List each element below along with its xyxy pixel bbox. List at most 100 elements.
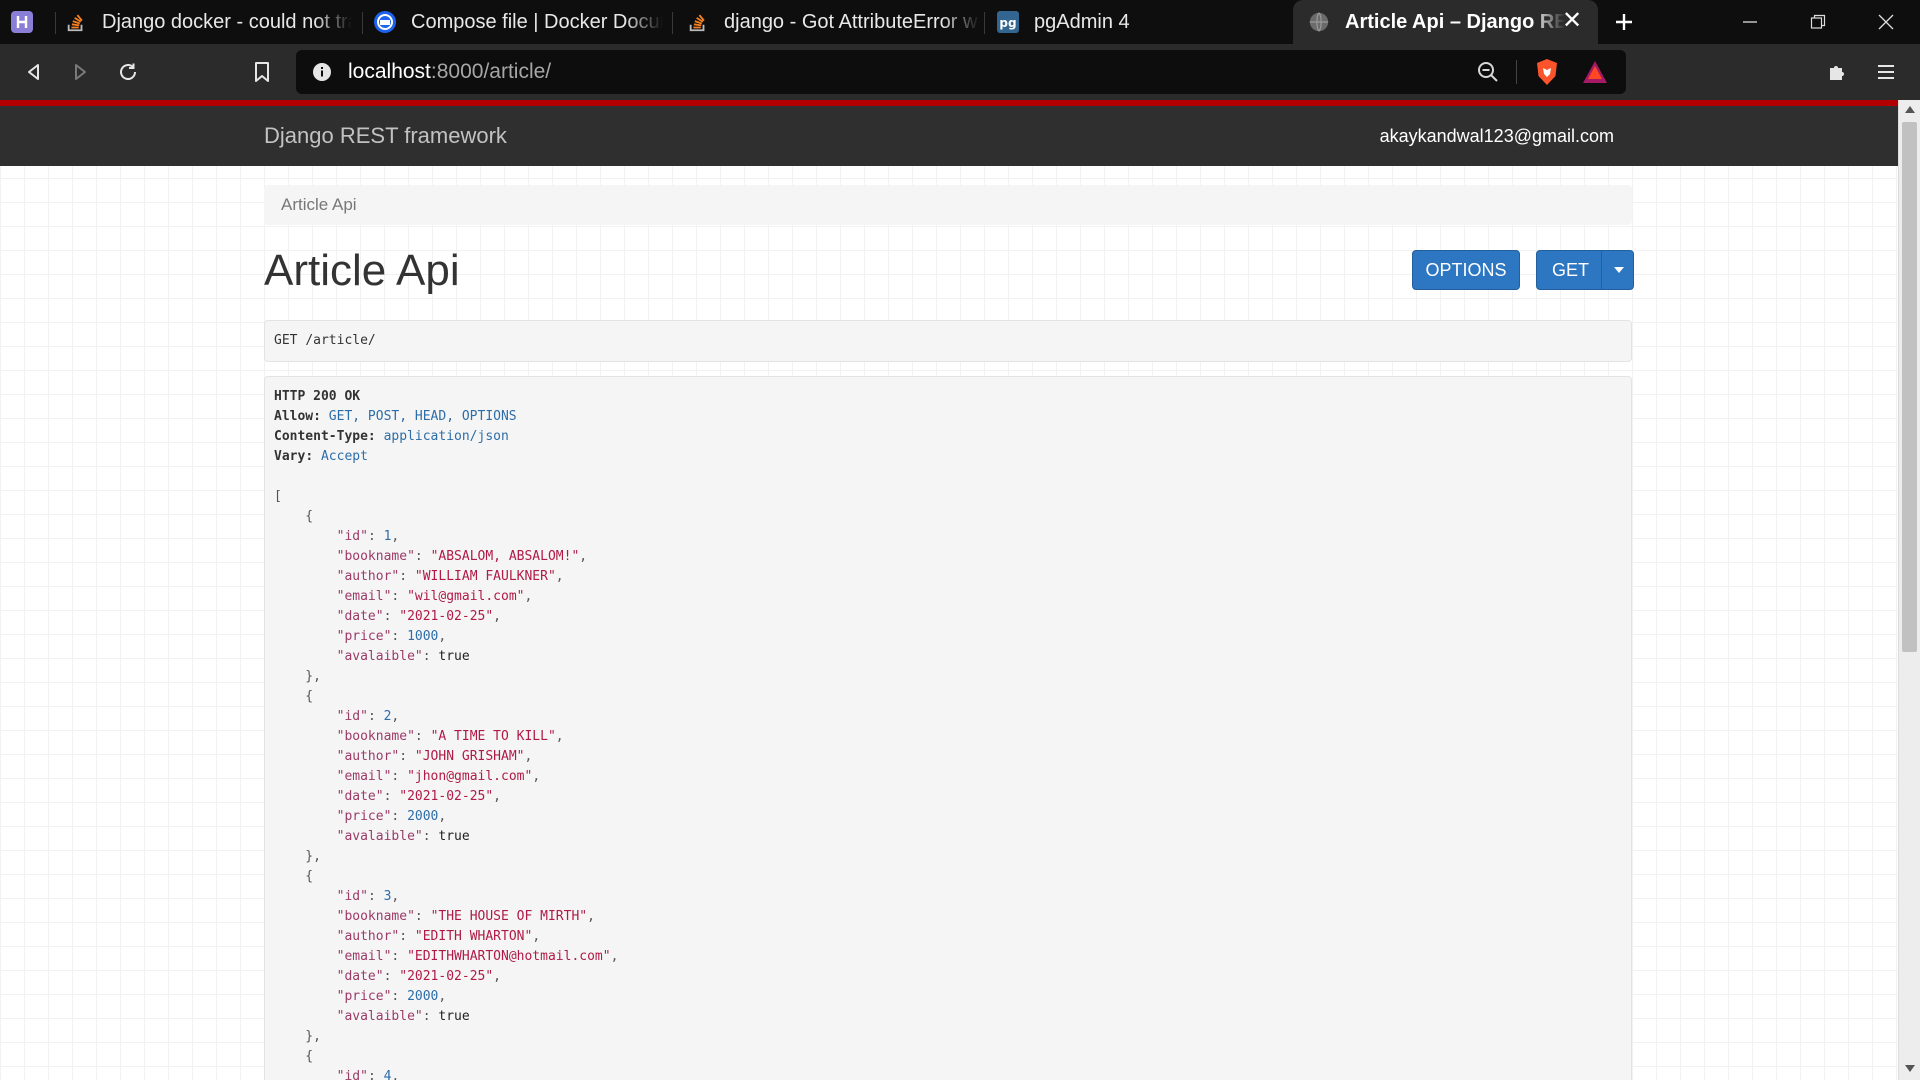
drf-navbar: Django REST framework akaykandwal123@gma… xyxy=(0,106,1898,166)
json-value: "jhon@gmail.com" xyxy=(407,769,533,784)
url-text[interactable]: localhost:8000/article/ xyxy=(348,50,551,94)
tab-attribute-error[interactable]: django - Got AttributeError when attempt… xyxy=(686,0,980,44)
page-scrollbar[interactable] xyxy=(1898,100,1920,1080)
tab-separator xyxy=(984,12,985,34)
stackoverflow-icon xyxy=(64,10,88,34)
page-title: Article Api xyxy=(264,246,460,295)
reload-button[interactable] xyxy=(112,56,144,88)
scroll-up-arrow-icon[interactable] xyxy=(1905,106,1915,113)
caret-down-icon[interactable] xyxy=(1614,267,1624,273)
forward-arrow-icon xyxy=(75,64,86,80)
tab-title: django - Got AttributeError when attempt… xyxy=(724,10,980,33)
breadcrumb-item[interactable]: Article Api xyxy=(281,195,357,214)
bookmark-icon xyxy=(255,62,269,82)
restore-window-button[interactable] xyxy=(1784,0,1852,44)
close-icon xyxy=(1878,14,1894,30)
json-value: "wil@gmail.com" xyxy=(407,589,525,604)
hamburger-menu-icon xyxy=(1878,65,1894,79)
header-value: application/json xyxy=(383,429,509,444)
json-value: "EDITHWHARTON@hotmail.com" xyxy=(407,949,611,964)
minimize-icon xyxy=(1743,21,1757,23)
zoom-icon[interactable] xyxy=(1476,60,1500,89)
get-split-divider xyxy=(1601,251,1602,289)
pinned-tab[interactable] xyxy=(10,0,50,44)
json-value: true xyxy=(438,649,470,664)
request-method: GET xyxy=(274,333,298,348)
json-value: 2000 xyxy=(407,809,439,824)
reload-icon xyxy=(120,63,136,80)
header-value: Accept xyxy=(320,449,368,464)
plus-icon xyxy=(1616,14,1632,30)
forward-button[interactable] xyxy=(64,56,96,88)
back-button[interactable] xyxy=(18,56,50,88)
get-button-label: GET xyxy=(1552,259,1590,280)
stackoverflow-icon xyxy=(686,10,710,34)
scroll-down-arrow-icon[interactable] xyxy=(1905,1065,1915,1072)
hackerrank-icon xyxy=(10,10,34,34)
restore-icon xyxy=(1810,14,1826,29)
globe-icon xyxy=(1307,10,1331,34)
user-menu[interactable]: akaykandwal123@gmail.com xyxy=(1380,106,1614,166)
puzzle-icon xyxy=(1830,66,1844,80)
json-value: "2021-02-25" xyxy=(399,789,494,804)
options-button[interactable]: OPTIONS xyxy=(1412,250,1520,290)
tab-title: pgAdmin 4 xyxy=(1034,10,1130,33)
tab-title: Article Api – Django REST framework xyxy=(1345,10,1565,33)
pgadmin-icon: pg xyxy=(996,10,1020,34)
minimize-window-button[interactable] xyxy=(1716,0,1784,44)
bookmark-button[interactable] xyxy=(246,56,278,88)
tab-django-docker[interactable]: Django docker - could not translate host… xyxy=(64,0,354,44)
omnibox-divider xyxy=(1516,60,1517,84)
svg-text:pg: pg xyxy=(999,16,1016,30)
options-button-label: OPTIONS xyxy=(1425,259,1507,280)
json-value: "JOHN GRISHAM" xyxy=(414,749,525,764)
brave-shields-icon[interactable] xyxy=(1534,58,1560,91)
json-value: true xyxy=(438,1009,470,1024)
close-window-button[interactable] xyxy=(1852,0,1920,44)
browser-tab-strip: Django docker - could not translate host… xyxy=(0,0,1920,44)
json-value: "2021-02-25" xyxy=(399,609,494,624)
tab-separator xyxy=(55,12,56,34)
tab-separator xyxy=(362,12,363,34)
tab-title: Django docker - could not translate host… xyxy=(102,10,352,33)
json-value: true xyxy=(438,829,470,844)
docker-icon xyxy=(373,10,397,34)
header-key: Content-Type xyxy=(274,429,368,444)
json-value: "ABSALOM, ABSALOM!" xyxy=(430,549,580,564)
tab-article-api[interactable]: Article Api – Django REST framework ✕ xyxy=(1293,0,1598,44)
menu-button[interactable] xyxy=(1870,56,1902,88)
close-tab-icon[interactable]: ✕ xyxy=(1560,9,1584,34)
header-key: Vary xyxy=(274,449,306,464)
tab-compose-file[interactable]: Compose file | Docker Documentation xyxy=(373,0,663,44)
url-path: :8000/article/ xyxy=(430,60,552,83)
brand-link[interactable]: Django REST framework xyxy=(264,106,507,166)
back-arrow-icon xyxy=(28,64,39,80)
brave-rewards-icon[interactable] xyxy=(1582,60,1608,89)
json-value: "2021-02-25" xyxy=(399,969,494,984)
tab-pgadmin[interactable]: pg pgAdmin 4 xyxy=(996,0,1286,44)
browser-toolbar: localhost:8000/article/ xyxy=(0,44,1920,100)
extensions-button[interactable] xyxy=(1822,56,1854,88)
json-value: 1000 xyxy=(407,629,439,644)
url-host: localhost xyxy=(348,60,431,83)
response-status: HTTP 200 OK xyxy=(274,389,361,404)
new-tab-button[interactable] xyxy=(1590,0,1658,44)
header-value: GET, POST, HEAD, OPTIONS xyxy=(328,409,517,424)
request-path: /article/ xyxy=(305,333,376,348)
get-button[interactable]: GET xyxy=(1536,250,1634,290)
header-key: Allow xyxy=(274,409,314,424)
json-value: "THE HOUSE OF MIRTH" xyxy=(430,909,588,924)
tab-title: Compose file | Docker Documentation xyxy=(411,10,663,33)
page-content: Django REST framework akaykandwal123@gma… xyxy=(0,106,1898,1080)
tab-separator xyxy=(672,12,673,34)
address-bar[interactable]: localhost:8000/article/ xyxy=(296,50,1626,94)
json-value: "A TIME TO KILL" xyxy=(430,729,556,744)
site-info-icon[interactable] xyxy=(312,62,332,87)
scrollbar-thumb[interactable] xyxy=(1902,122,1917,652)
request-info: GET /article/ xyxy=(264,320,1632,362)
breadcrumb: Article Api xyxy=(264,185,1632,225)
json-value: "EDITH WHARTON" xyxy=(414,929,533,944)
json-value: "WILLIAM FAULKNER" xyxy=(414,569,556,584)
json-value: 2000 xyxy=(407,989,439,1004)
response-info: HTTP 200 OK Allow: GET, POST, HEAD, OPTI… xyxy=(264,376,1632,1080)
